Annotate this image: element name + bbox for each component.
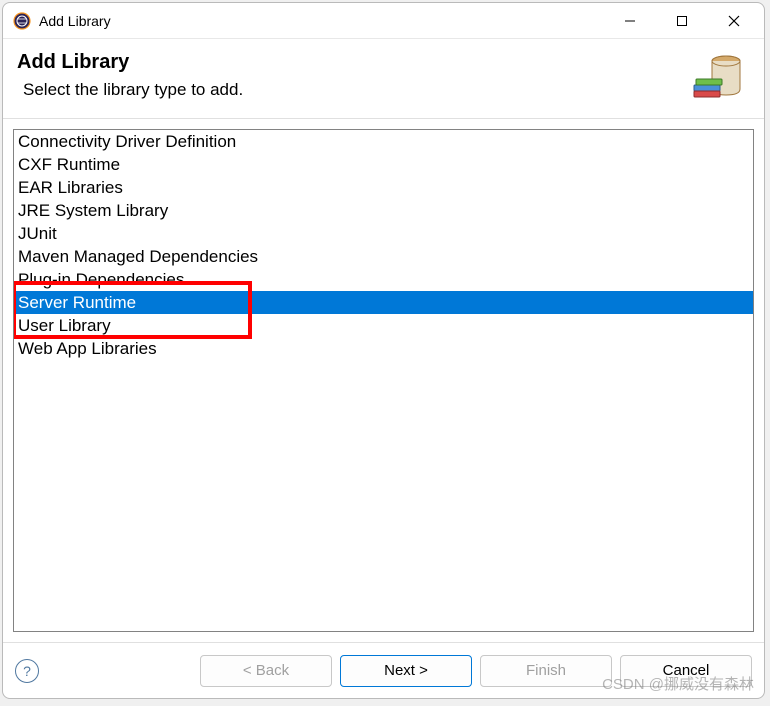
finish-button[interactable]: Finish xyxy=(480,655,612,687)
list-item[interactable]: JRE System Library xyxy=(14,199,753,222)
page-title: Add Library xyxy=(17,51,690,74)
window-controls xyxy=(604,3,760,39)
list-item[interactable]: Maven Managed Dependencies xyxy=(14,245,753,268)
list-item[interactable]: JUnit xyxy=(14,222,753,245)
dialog-header: Add Library Select the library type to a… xyxy=(3,39,764,119)
list-item[interactable]: User Library xyxy=(14,314,753,337)
library-type-list[interactable]: Connectivity Driver DefinitionCXF Runtim… xyxy=(13,129,754,632)
cancel-button[interactable]: Cancel xyxy=(620,655,752,687)
page-subtitle: Select the library type to add. xyxy=(17,80,690,100)
back-button[interactable]: < Back xyxy=(200,655,332,687)
close-button[interactable] xyxy=(708,3,760,39)
list-item[interactable]: CXF Runtime xyxy=(14,153,753,176)
list-item[interactable]: Plug-in Dependencies xyxy=(14,268,753,291)
next-button[interactable]: Next > xyxy=(340,655,472,687)
list-item[interactable]: Server Runtime xyxy=(14,291,753,314)
titlebar: Add Library xyxy=(3,3,764,39)
content-area: Connectivity Driver DefinitionCXF Runtim… xyxy=(3,119,764,642)
library-jar-icon xyxy=(690,51,746,99)
eclipse-icon xyxy=(13,12,31,30)
minimize-button[interactable] xyxy=(604,3,656,39)
header-text: Add Library Select the library type to a… xyxy=(17,51,690,100)
list-item[interactable]: EAR Libraries xyxy=(14,176,753,199)
maximize-button[interactable] xyxy=(656,3,708,39)
list-item[interactable]: Web App Libraries xyxy=(14,337,753,360)
window-title: Add Library xyxy=(39,13,604,29)
dialog-window: Add Library Add Library Select the libra… xyxy=(2,2,765,699)
button-bar: ? < Back Next > Finish Cancel xyxy=(3,642,764,698)
help-icon[interactable]: ? xyxy=(15,659,39,683)
list-item[interactable]: Connectivity Driver Definition xyxy=(14,130,753,153)
